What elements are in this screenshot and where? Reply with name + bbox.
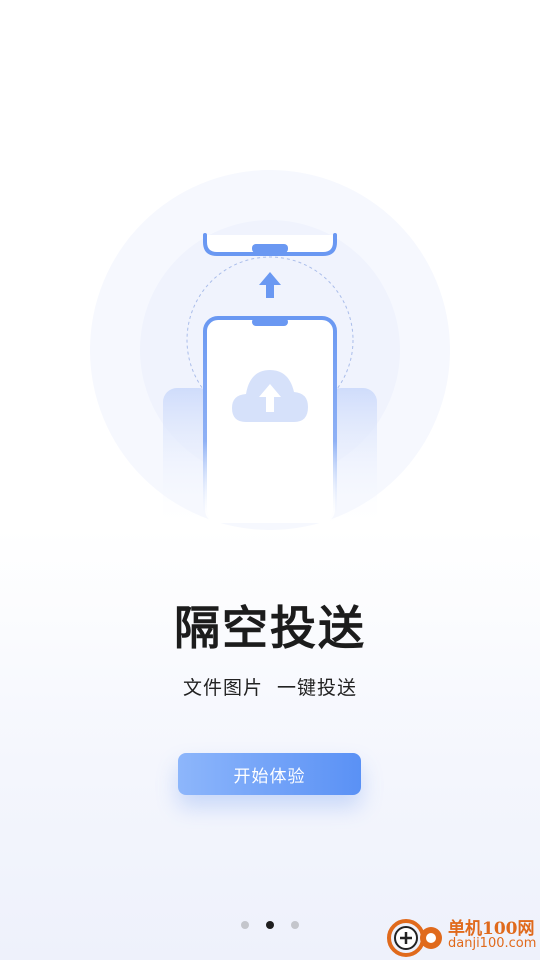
page-title: 隔空投送 bbox=[174, 601, 366, 655]
page-dot-3[interactable] bbox=[291, 921, 299, 929]
watermark: 单机100网 danji100.com bbox=[386, 914, 538, 958]
page-dot-2-active[interactable] bbox=[266, 921, 274, 929]
watermark-logo-icon bbox=[387, 919, 442, 957]
hero-illustration bbox=[90, 170, 450, 530]
phone-icon bbox=[203, 233, 337, 256]
watermark-url: danji100.com bbox=[448, 936, 537, 951]
start-experience-button[interactable]: 开始体验 bbox=[178, 753, 361, 795]
page-subtitle: 文件图片 一键投送 bbox=[182, 677, 358, 699]
page-dot-1[interactable] bbox=[241, 921, 249, 929]
